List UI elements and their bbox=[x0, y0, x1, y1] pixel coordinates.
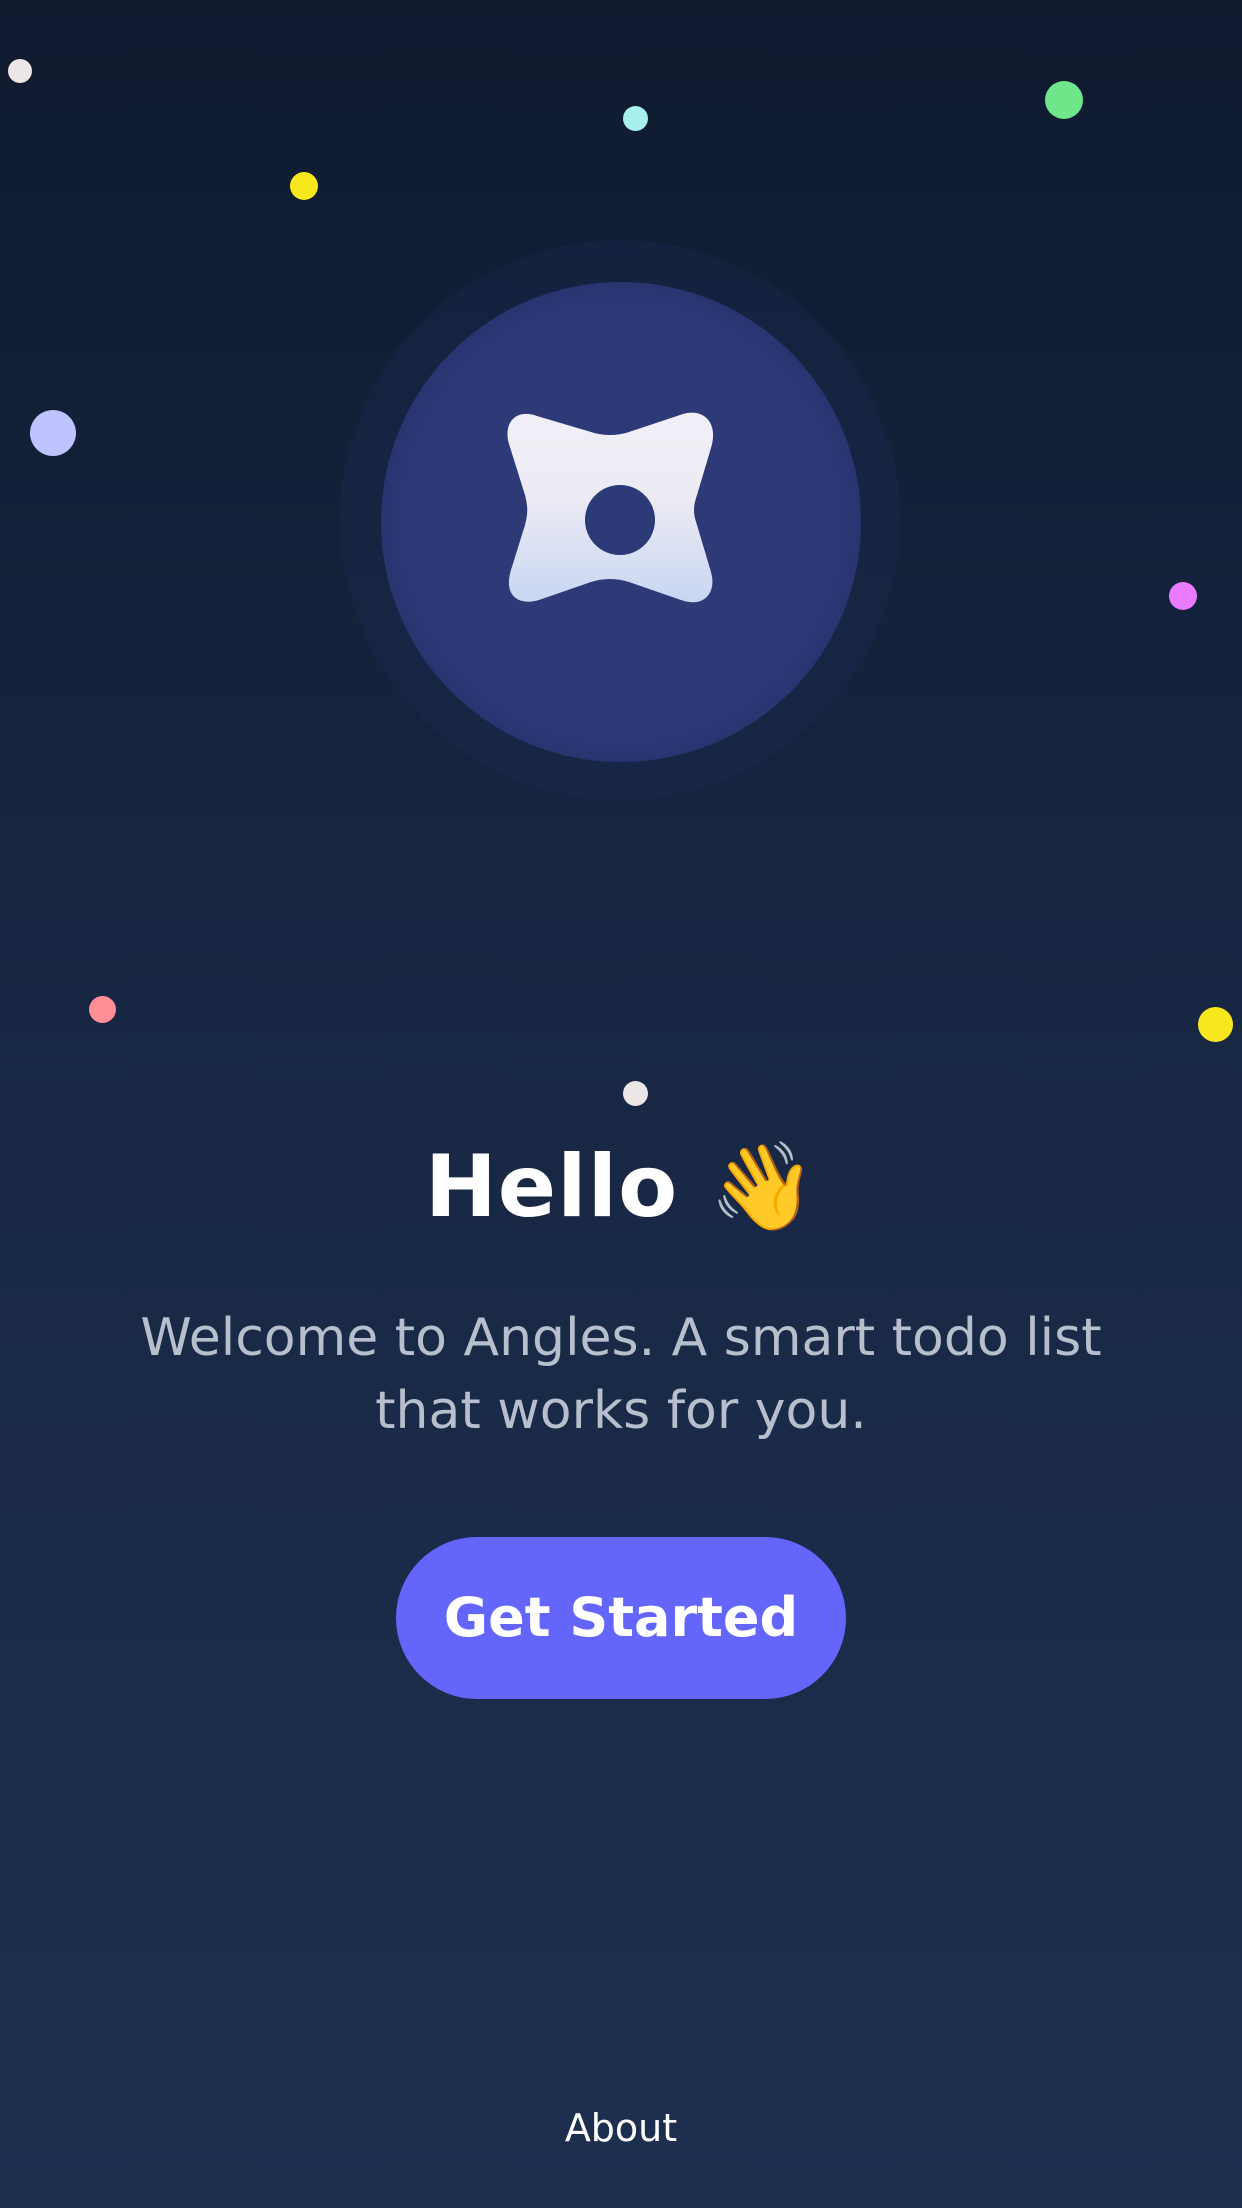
decorative-dot bbox=[623, 106, 648, 131]
get-started-button[interactable]: Get Started bbox=[396, 1537, 846, 1699]
decorative-dot bbox=[623, 1081, 648, 1106]
angles-logo-icon bbox=[507, 412, 714, 603]
about-link[interactable]: About bbox=[521, 2098, 721, 2158]
decorative-dot bbox=[1169, 582, 1197, 610]
decorative-dot bbox=[30, 410, 76, 456]
decorative-dot bbox=[1198, 1007, 1233, 1042]
decorative-dot bbox=[89, 996, 116, 1023]
decorative-dot bbox=[8, 59, 32, 83]
welcome-subtitle: Welcome to Angles. A smart todo list tha… bbox=[140, 1308, 1102, 1441]
welcome-title: Hello 👋 bbox=[424, 1137, 818, 1237]
decorative-dot bbox=[290, 172, 318, 200]
decorative-dot bbox=[1045, 81, 1083, 119]
welcome-screen: Hello 👋 Welcome to Angles. A smart todo … bbox=[0, 0, 1242, 2208]
